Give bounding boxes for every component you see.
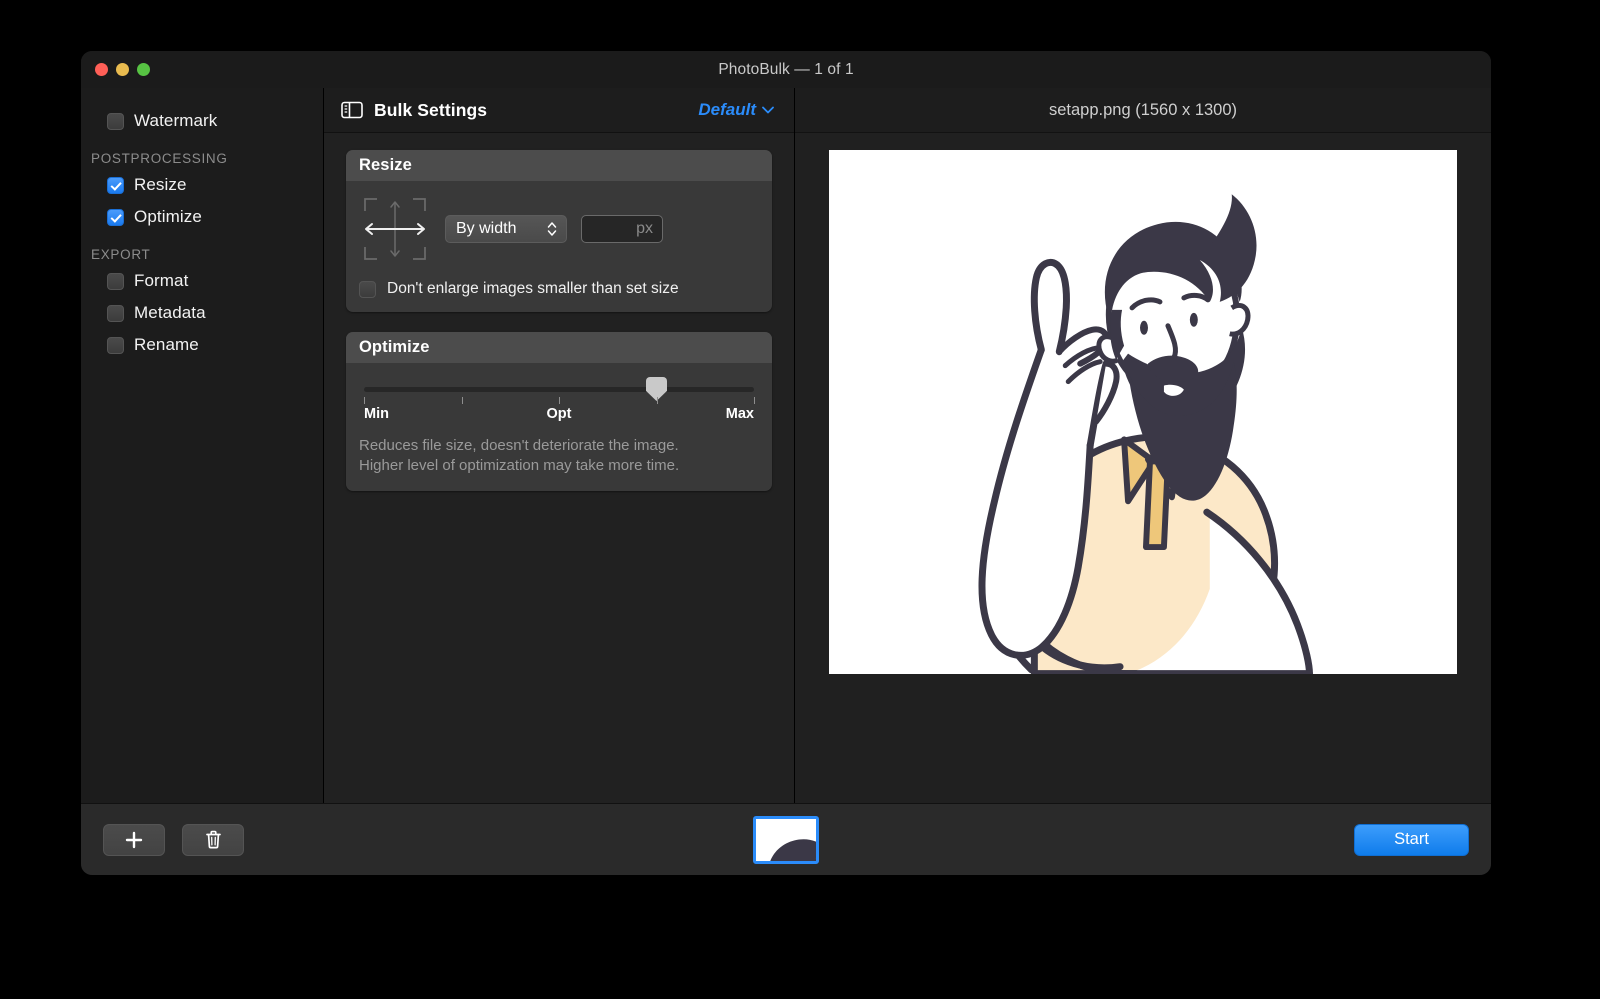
watermark-checkbox[interactable] (107, 112, 124, 130)
sidebar-item-label: Optimize (134, 207, 202, 226)
chevron-down-icon (762, 106, 774, 114)
slider-tick (461, 397, 463, 404)
sidebar-item-label: Metadata (134, 303, 206, 322)
preview-pane: setapp.png (1560 x 1300) (795, 88, 1491, 803)
resize-unit-label: px (636, 220, 653, 237)
add-files-button[interactable] (103, 823, 165, 856)
preset-dropdown[interactable]: Default (698, 100, 774, 120)
slider-tick (656, 397, 658, 404)
close-window-button[interactable] (95, 63, 108, 76)
resize-card: Resize By width px Don't enlarge images … (346, 150, 772, 312)
photobulk-window: PhotoBulk — 1 of 1 Watermark POSTPROCESS… (81, 51, 1491, 875)
sidebar-item-label: Watermark (134, 111, 218, 130)
sidebar-panel-icon (341, 101, 363, 119)
sidebar: Watermark POSTPROCESSING Resize Optimize… (81, 88, 324, 803)
thumbnail-item[interactable] (753, 815, 819, 864)
title-bar: PhotoBulk — 1 of 1 (81, 51, 1491, 88)
optimize-slider[interactable]: Min Opt Max (359, 375, 759, 425)
stepper-updown-icon (547, 222, 557, 236)
dont-enlarge-checkbox[interactable] (359, 280, 376, 298)
settings-title: Bulk Settings (374, 99, 488, 120)
sidebar-group-export: EXPORT (91, 247, 151, 262)
resize-controls-row: By width px (359, 193, 759, 265)
optimize-card-body: Min Opt Max Reduces file size, doesn't det… (346, 363, 772, 491)
bottom-toolbar: Start (81, 803, 1491, 875)
sidebar-item-optimize[interactable]: Optimize (81, 201, 323, 233)
sidebar-item-format[interactable]: Format (81, 265, 323, 297)
optimize-checkbox[interactable] (107, 208, 124, 226)
sidebar-item-metadata[interactable]: Metadata (81, 297, 323, 329)
resize-value-input[interactable]: px (581, 215, 663, 243)
resize-card-title: Resize (346, 150, 772, 181)
optimize-note-line-2: Higher level of optimization may take mo… (359, 457, 680, 475)
sidebar-group-postprocessing: POSTPROCESSING (91, 151, 228, 166)
optimize-card: Optimize Min Opt Max Reduces file size, do… (346, 332, 772, 491)
optimize-card-title: Optimize (346, 332, 772, 363)
optimize-note: Reduces file size, doesn't deteriorate t… (359, 436, 759, 477)
sidebar-item-resize[interactable]: Resize (81, 169, 323, 201)
window-body: Watermark POSTPROCESSING Resize Optimize… (81, 88, 1491, 803)
traffic-lights (95, 63, 150, 76)
slider-tick (559, 397, 560, 404)
resize-card-body: By width px Don't enlarge images smaller… (346, 181, 772, 312)
optimize-note-line-1: Reduces file size, doesn't deteriorate t… (359, 437, 679, 454)
slider-tick (754, 397, 755, 404)
trash-icon (205, 830, 221, 849)
settings-pane: Bulk Settings Default Resize By width px… (324, 88, 795, 803)
settings-content: Resize By width px Don't enlarge images … (324, 133, 794, 803)
format-checkbox[interactable] (107, 272, 124, 290)
sidebar-item-rename[interactable]: Rename (81, 329, 323, 361)
slider-track[interactable] (364, 377, 754, 401)
settings-header: Bulk Settings Default (324, 88, 794, 133)
plus-icon (125, 831, 143, 848)
slider-tick (364, 397, 365, 404)
slider-tick-label: Max (725, 406, 754, 422)
metadata-checkbox[interactable] (107, 304, 124, 322)
window-title: PhotoBulk — 1 of 1 (718, 60, 854, 78)
resize-checkbox[interactable] (107, 176, 124, 194)
zoom-window-button[interactable] (137, 63, 150, 76)
dont-enlarge-row[interactable]: Don't enlarge images smaller than set si… (359, 280, 759, 298)
dont-enlarge-label: Don't enlarge images smaller than set si… (387, 280, 679, 297)
resize-arrows-icon (364, 198, 426, 260)
resize-mode-select[interactable]: By width (445, 215, 567, 243)
slider-tick-labels: Min Opt Max (364, 406, 754, 425)
preset-label: Default (698, 100, 756, 119)
slider-tick-label: Min (364, 406, 389, 422)
sidebar-item-label: Resize (134, 175, 187, 194)
sidebar-item-label: Format (134, 271, 189, 290)
resize-mode-value: By width (456, 220, 517, 237)
preview-stage (795, 133, 1491, 803)
start-button[interactable]: Start (1354, 823, 1469, 856)
slider-tick-label: Opt (546, 406, 572, 422)
rename-checkbox[interactable] (107, 336, 124, 354)
minimize-window-button[interactable] (116, 63, 129, 76)
sidebar-item-watermark[interactable]: Watermark (81, 105, 323, 137)
sidebar-item-label: Rename (134, 335, 199, 354)
preview-image[interactable] (829, 150, 1457, 674)
preview-file-label: setapp.png (1560 x 1300) (795, 88, 1491, 133)
thumbnail-strip (81, 815, 1491, 864)
slider-ticks (364, 397, 755, 405)
delete-files-button[interactable] (182, 823, 244, 856)
